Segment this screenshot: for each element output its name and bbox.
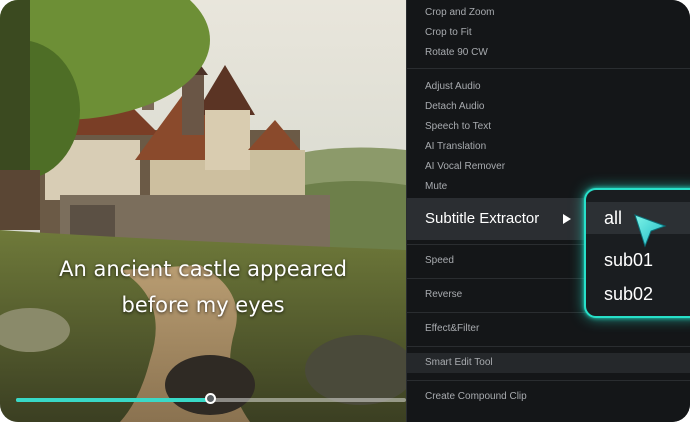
progress-bar[interactable]	[16, 393, 406, 404]
menu-item-detach-audio[interactable]: Detach Audio	[407, 97, 690, 117]
submenu-item-sub02[interactable]: sub02	[586, 278, 690, 310]
menu-item-speech-to-text[interactable]: Speech to Text	[407, 117, 690, 137]
menu-divider	[407, 380, 690, 381]
menu-item-rotate-90-cw[interactable]: Rotate 90 CW	[407, 43, 690, 63]
menu-item-crop-and-zoom[interactable]: Crop and Zoom	[407, 3, 690, 23]
menu-item-smart-edit-tool[interactable]: Smart Edit Tool	[407, 353, 690, 373]
menu-item-create-compound-clip[interactable]: Create Compound Clip	[407, 387, 690, 407]
castle-scene-image	[0, 0, 406, 422]
progress-fill	[16, 398, 211, 402]
subtitle-line: before my eyes	[121, 293, 285, 317]
progress-handle[interactable]	[205, 393, 216, 404]
pointer-cursor-icon	[634, 214, 667, 248]
menu-item-ai-vocal-remover[interactable]: AI Vocal Remover	[407, 157, 690, 177]
menu-item-label: Subtitle Extractor	[425, 210, 540, 227]
menu-item-crop-to-fit[interactable]: Crop to Fit	[407, 23, 690, 43]
menu-item-effect-filter[interactable]: Effect&Filter	[407, 319, 690, 339]
submenu-arrow-icon	[563, 214, 571, 224]
subtitle-line: An ancient castle appeared	[59, 257, 347, 281]
menu-divider	[407, 346, 690, 347]
subtitle-track-submenu: all sub01 sub02	[584, 188, 690, 318]
video-preview[interactable]: An ancient castle appeared before my eye…	[0, 0, 406, 422]
app-window: An ancient castle appeared before my eye…	[0, 0, 690, 422]
menu-item-adjust-audio[interactable]: Adjust Audio	[407, 77, 690, 97]
menu-divider	[407, 68, 690, 69]
menu-item-ai-translation[interactable]: AI Translation	[407, 137, 690, 157]
